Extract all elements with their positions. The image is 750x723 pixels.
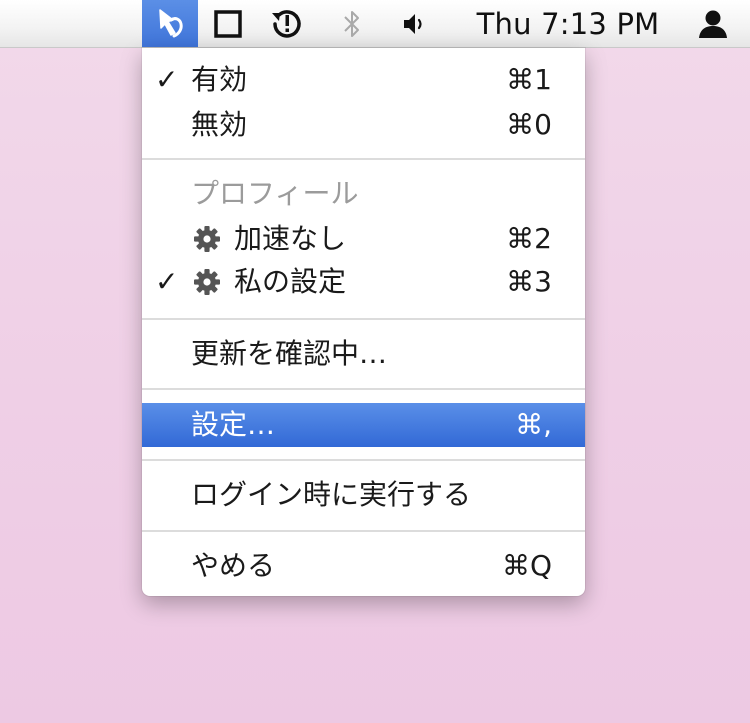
menu-separator: [142, 388, 585, 390]
gear-icon: [194, 269, 220, 295]
menu-item-shortcut: ⌘Q: [501, 549, 552, 582]
speaker-icon: [404, 13, 422, 34]
menu-item-shortcut: ⌘1: [506, 63, 552, 96]
window-icon: [214, 9, 242, 38]
menu-item-label: 設定…: [191, 408, 276, 441]
menu-item-disable[interactable]: 無効 ⌘0: [142, 103, 585, 147]
menu-item-label: 加速なし: [234, 222, 347, 255]
menu-item-quit[interactable]: やめる ⌘Q: [142, 544, 585, 588]
menu-item-profile-my-settings[interactable]: ✓ 私の設定 ⌘3: [142, 260, 585, 304]
user-icon: [699, 10, 727, 38]
status-menu: ✓ 有効 ⌘1 無効 ⌘0 プロフィール 加速なし ⌘2 ✓ 私の設定 ⌘3 更…: [142, 48, 585, 596]
window-status-item[interactable]: [205, 0, 251, 47]
menu-item-label: やめる: [191, 549, 276, 582]
menu-item-label: ログイン時に実行する: [191, 478, 472, 511]
volume-status-item[interactable]: [390, 0, 438, 47]
menu-separator: [142, 459, 585, 461]
menu-item-profile-no-accel[interactable]: 加速なし ⌘2: [142, 217, 585, 261]
menu-item-label: 有効: [191, 63, 248, 96]
menu-item-label: 私の設定: [234, 265, 347, 298]
menu-separator: [142, 530, 585, 532]
bluetooth-status-item[interactable]: [330, 0, 374, 47]
menu-item-preferences[interactable]: 設定… ⌘,: [142, 403, 585, 447]
menu-item-shortcut: ⌘,: [515, 408, 552, 441]
menu-section-header-profiles: プロフィール: [142, 172, 585, 216]
hand-pointer-icon: [159, 8, 183, 37]
menu-item-shortcut: ⌘0: [506, 108, 552, 141]
section-header-label: プロフィール: [191, 177, 359, 210]
menu-item-label: 無効: [191, 108, 248, 141]
bluetooth-icon: [344, 10, 359, 37]
user-status-item[interactable]: [688, 0, 738, 47]
menu-item-label: 更新を確認中…: [191, 337, 388, 370]
menu-separator: [142, 158, 585, 160]
time-machine-status-item[interactable]: [258, 0, 316, 47]
menu-item-enable[interactable]: ✓ 有効 ⌘1: [142, 58, 585, 102]
menu-separator: [142, 318, 585, 320]
time-machine-icon: [272, 9, 301, 38]
menu-item-check-updates[interactable]: 更新を確認中…: [142, 332, 585, 376]
app-status-item[interactable]: [142, 0, 198, 47]
menu-item-launch-at-login[interactable]: ログイン時に実行する: [142, 473, 585, 517]
menu-item-shortcut: ⌘2: [506, 222, 552, 255]
menu-bar: Thu 7:13 PM: [0, 0, 750, 48]
checkmark-icon: ✓: [155, 265, 179, 298]
gear-icon: [194, 226, 220, 252]
checkmark-icon: ✓: [155, 63, 179, 96]
menu-item-shortcut: ⌘3: [506, 265, 552, 298]
clock[interactable]: Thu 7:13 PM: [462, 0, 674, 47]
